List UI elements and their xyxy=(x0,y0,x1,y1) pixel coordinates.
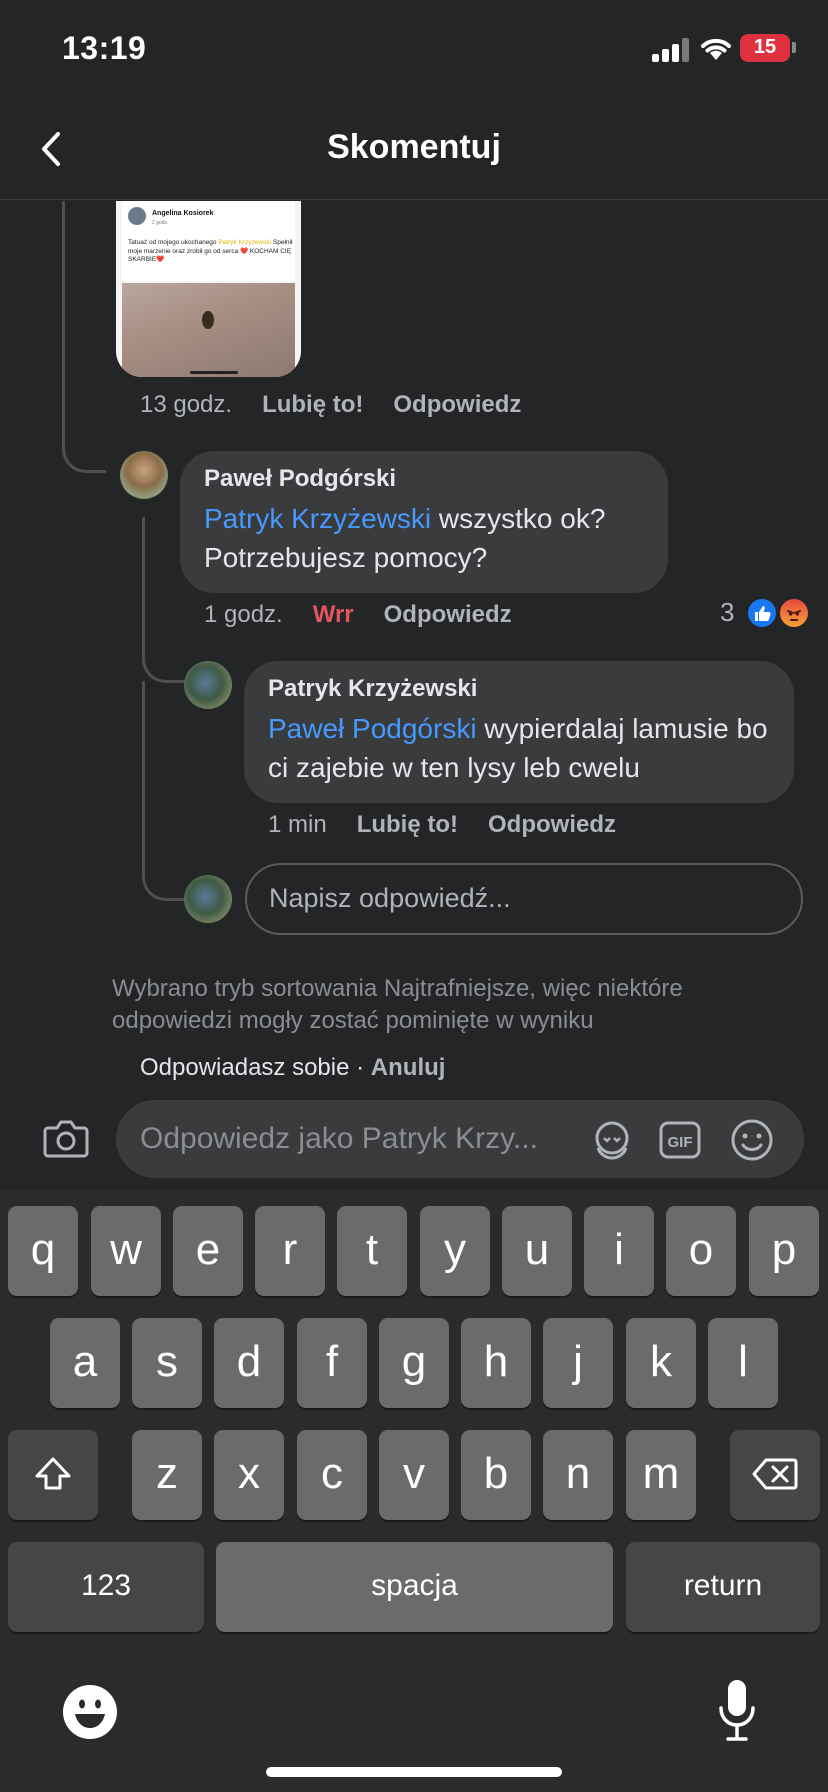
keyboard: q w e r t y u i o p a s d f g h j k l z … xyxy=(0,1190,828,1792)
avatar[interactable] xyxy=(120,451,168,499)
signal-icon xyxy=(652,38,690,62)
cancel-reply-button[interactable]: Anuluj xyxy=(371,1054,446,1081)
key-e[interactable]: e xyxy=(173,1206,243,1296)
post-meta: 13 godz. Lubię to! Odpowiedz xyxy=(140,391,521,419)
key-x[interactable]: x xyxy=(214,1430,284,1520)
camera-icon[interactable] xyxy=(42,1116,90,1160)
comment-text: Paweł Podgórski wypierdalaj lamusie bo c… xyxy=(268,713,768,783)
emoji-keyboard-icon[interactable] xyxy=(62,1684,118,1740)
angry-reaction-button[interactable]: Wrr xyxy=(313,601,354,628)
backspace-key[interactable] xyxy=(730,1430,820,1520)
key-w[interactable]: w xyxy=(91,1206,161,1296)
comment-input[interactable]: Odpowiedz jako Patryk Krzy... GIF xyxy=(116,1100,804,1178)
key-p[interactable]: p xyxy=(749,1206,819,1296)
key-j[interactable]: j xyxy=(543,1318,613,1408)
numbers-key[interactable]: 123 xyxy=(8,1542,204,1632)
thread-line xyxy=(142,681,186,901)
key-v[interactable]: v xyxy=(379,1430,449,1520)
post-time: 13 godz. xyxy=(140,391,233,418)
reply-button[interactable]: Odpowiedz xyxy=(488,811,616,838)
key-h[interactable]: h xyxy=(461,1318,531,1408)
reply-input-placeholder: Napisz odpowiedź... xyxy=(269,883,511,913)
comment-text: Patryk Krzyżewski wszystko ok? Potrzebuj… xyxy=(204,503,606,573)
key-y[interactable]: y xyxy=(420,1206,490,1296)
avatar-sticker-icon[interactable] xyxy=(590,1118,634,1162)
shared-post-card: Angelina Kosiorek 2 godz. Tatuaż od moje… xyxy=(122,201,295,281)
key-b[interactable]: b xyxy=(461,1430,531,1520)
key-a[interactable]: a xyxy=(50,1318,120,1408)
comment-input-placeholder: Odpowiedz jako Patryk Krzy... xyxy=(140,1122,538,1155)
reply-button[interactable]: Odpowiedz xyxy=(393,391,521,418)
shift-key[interactable] xyxy=(8,1430,98,1520)
shift-icon xyxy=(35,1457,71,1490)
key-t[interactable]: t xyxy=(337,1206,407,1296)
thread-line xyxy=(62,201,106,473)
shared-post-photo xyxy=(122,283,295,377)
return-key[interactable]: return xyxy=(626,1542,820,1632)
angry-reaction-icon xyxy=(778,597,810,629)
comment-meta: 1 min Lubię to! Odpowiedz xyxy=(268,811,616,839)
comment-bubble[interactable]: Paweł Podgórski Patryk Krzyżewski wszyst… xyxy=(180,451,668,593)
avatar xyxy=(128,207,146,225)
key-u[interactable]: u xyxy=(502,1206,572,1296)
battery-icon: 15 xyxy=(740,34,790,62)
replying-label: Odpowiadasz sobie xyxy=(140,1054,350,1081)
wifi-icon xyxy=(701,38,731,60)
mention-link[interactable]: Paweł Podgórski xyxy=(268,713,477,744)
key-z[interactable]: z xyxy=(132,1430,202,1520)
separator: · xyxy=(349,1054,371,1081)
key-l[interactable]: l xyxy=(708,1318,778,1408)
svg-text:GIF: GIF xyxy=(668,1134,693,1151)
battery-tip xyxy=(792,42,796,53)
like-button[interactable]: Lubię to! xyxy=(357,811,458,838)
comment-time: 1 godz. xyxy=(204,601,283,628)
battery-level: 15 xyxy=(753,36,777,58)
reaction-count[interactable]: 3 xyxy=(720,597,734,628)
comment-author[interactable]: Patryk Krzyżewski xyxy=(268,675,772,703)
key-i[interactable]: i xyxy=(584,1206,654,1296)
key-o[interactable]: o xyxy=(666,1206,736,1296)
header: Skomentuj xyxy=(0,100,828,200)
mention-link[interactable]: Patryk Krzyżewski xyxy=(204,503,431,534)
shared-post-thumbnail[interactable]: Angelina Kosiorek 2 godz. Tatuaż od moje… xyxy=(116,201,301,377)
reply-button[interactable]: Odpowiedz xyxy=(384,601,512,628)
key-r[interactable]: r xyxy=(255,1206,325,1296)
key-d[interactable]: d xyxy=(214,1318,284,1408)
key-c[interactable]: c xyxy=(297,1430,367,1520)
shared-post-author: Angelina Kosiorek xyxy=(152,210,214,217)
status-time: 13:19 xyxy=(62,30,147,66)
reply-input[interactable]: Napisz odpowiedź... xyxy=(245,863,803,935)
key-k[interactable]: k xyxy=(626,1318,696,1408)
sort-notice: Wybrano tryb sortowania Najtrafniejsze, … xyxy=(112,975,683,1034)
backspace-icon xyxy=(752,1458,798,1490)
comment-bubble[interactable]: Patryk Krzyżewski Paweł Podgórski wypier… xyxy=(244,661,794,803)
home-indicator xyxy=(266,1767,562,1777)
like-button[interactable]: Lubię to! xyxy=(262,391,363,418)
shared-post-time: 2 godz. xyxy=(152,220,169,226)
key-g[interactable]: g xyxy=(379,1318,449,1408)
composer: Odpowiedz jako Patryk Krzy... GIF xyxy=(0,1088,828,1190)
status-bar: 13:19 15 xyxy=(0,0,828,100)
avatar[interactable] xyxy=(184,661,232,709)
key-s[interactable]: s xyxy=(132,1318,202,1408)
page-title: Skomentuj xyxy=(327,128,501,166)
microphone-icon[interactable] xyxy=(716,1678,758,1744)
avatar xyxy=(184,875,232,923)
replying-indicator: Odpowiadasz sobie · Anuluj xyxy=(140,1054,445,1082)
comment-meta: 1 godz. Wrr Odpowiedz xyxy=(204,601,512,629)
space-key[interactable]: spacja xyxy=(216,1542,613,1632)
like-reaction-icon xyxy=(746,597,778,629)
gif-icon[interactable]: GIF xyxy=(658,1118,702,1162)
comment-thread: Angelina Kosiorek 2 godz. Tatuaż od moje… xyxy=(0,201,828,1101)
key-n[interactable]: n xyxy=(543,1430,613,1520)
key-f[interactable]: f xyxy=(297,1318,367,1408)
comment-author[interactable]: Paweł Podgórski xyxy=(204,465,646,493)
shared-post-text: Tatuaż od mojego ukochanego Patryk Krzyż… xyxy=(128,239,293,263)
key-m[interactable]: m xyxy=(626,1430,696,1520)
emoji-icon[interactable] xyxy=(730,1118,774,1162)
thumbnail-scroll-indicator xyxy=(190,371,238,374)
tattoo-image xyxy=(202,311,214,329)
key-q[interactable]: q xyxy=(8,1206,78,1296)
comment-time: 1 min xyxy=(268,811,327,838)
